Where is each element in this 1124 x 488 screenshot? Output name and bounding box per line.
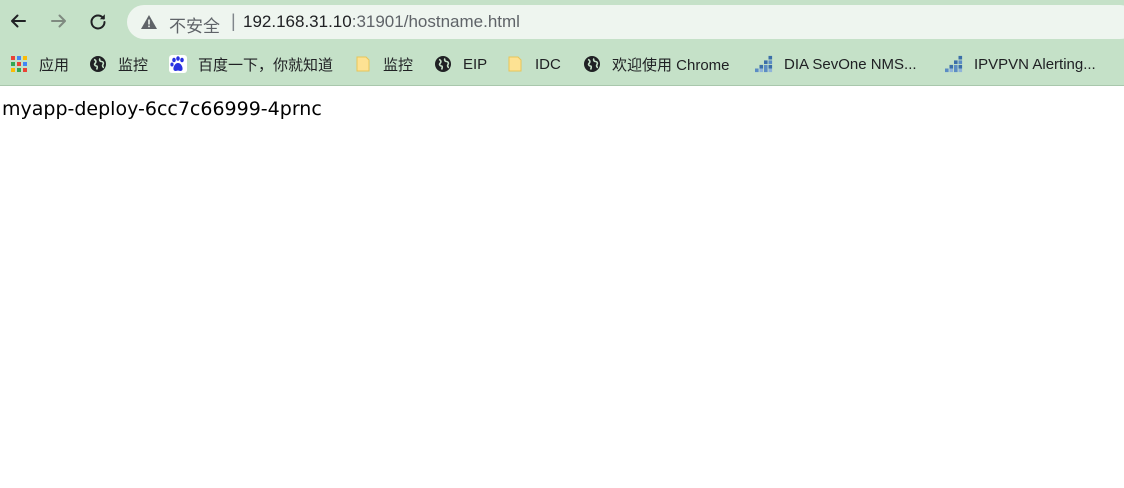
forward-arrow-icon (49, 11, 69, 31)
folder-icon (354, 55, 372, 73)
url-host: 192.168.31.10 (243, 12, 352, 31)
url-text[interactable]: 192.168.31.10:31901/hostname.html (243, 12, 520, 32)
globe-icon (583, 55, 601, 73)
bookmark-dia-sevone[interactable]: DIA SevOne NMS... (755, 52, 917, 76)
globe-icon (434, 55, 452, 73)
address-separator: | (231, 11, 236, 31)
bookmark-label: 百度一下，你就知道 (198, 56, 334, 74)
bookmark-baidu[interactable]: 百度一下，你就知道 (169, 52, 333, 76)
hostname-text: myapp-deploy-6cc7c66999-4prnc (2, 98, 322, 120)
folder-icon (506, 55, 524, 73)
forward-button[interactable] (45, 7, 73, 35)
bookmark-label: 监控 (383, 56, 414, 74)
browser-chrome: 不安全 | 192.168.31.10:31901/hostname.html (0, 0, 1124, 86)
browser-toolbar: 不安全 | 192.168.31.10:31901/hostname.html (0, 0, 1124, 44)
bookmark-label: 欢迎使用 Chrome (612, 56, 730, 74)
back-button[interactable] (4, 7, 32, 35)
page-content: myapp-deploy-6cc7c66999-4prnc (0, 86, 1124, 488)
baidu-paw-icon (169, 55, 187, 73)
back-arrow-icon (8, 11, 28, 31)
bookmark-folder-idc[interactable]: IDC (506, 52, 561, 76)
bookmark-label: IDC (535, 55, 561, 73)
bookmarks-bar: 应用 监控 百度一下，你就知道 监控 EIP IDC 欢迎使用 Chrome D… (0, 44, 1124, 84)
globe-icon (89, 55, 107, 73)
apps-grid-icon (10, 55, 28, 73)
bookmark-label: 应用 (39, 56, 70, 74)
bookmark-label: EIP (463, 55, 488, 73)
bookmark-label: DIA SevOne NMS... (784, 55, 917, 73)
sevone-icon (755, 55, 773, 73)
sevone-icon (945, 55, 963, 73)
bookmark-ipvpvn-alerting[interactable]: IPVPVN Alerting... (945, 52, 1096, 76)
bookmark-welcome-chrome[interactable]: 欢迎使用 Chrome (583, 52, 730, 76)
bookmark-monitor-1[interactable]: 监控 (89, 52, 148, 76)
bookmark-eip[interactable]: EIP (434, 52, 487, 76)
bookmark-label: 监控 (118, 56, 149, 74)
url-path: :31901/hostname.html (351, 12, 520, 31)
bookmark-apps[interactable]: 应用 (10, 52, 69, 76)
bookmark-label: IPVPVN Alerting... (974, 55, 1096, 73)
warning-triangle-icon[interactable] (140, 14, 158, 30)
bookmark-folder-monitor[interactable]: 监控 (354, 52, 413, 76)
reload-button[interactable] (84, 7, 112, 35)
address-bar[interactable]: 不安全 | 192.168.31.10:31901/hostname.html (127, 5, 1124, 39)
security-label[interactable]: 不安全 (169, 12, 220, 37)
reload-icon (88, 11, 108, 31)
